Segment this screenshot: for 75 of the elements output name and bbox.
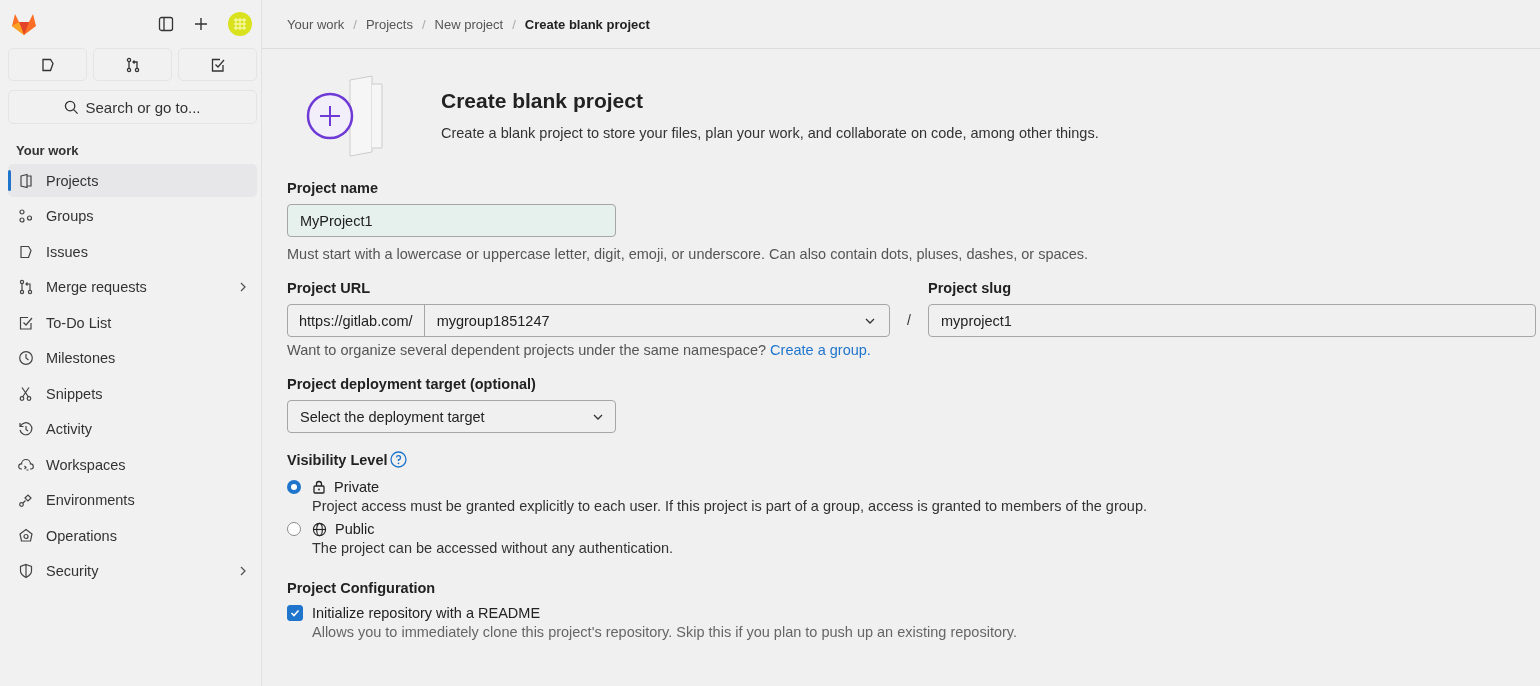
option-description: Project access must be granted explicitly to each user. If this project is part of a group, access is granted to members of the group. bbox=[312, 498, 1148, 514]
breadcrumb-link[interactable]: Projects bbox=[365, 16, 413, 32]
project-slug-field[interactable]: myproject1 bbox=[928, 304, 1536, 337]
page-description: Create a blank project to store your files, plan your work, and collaborate on code, among other things. bbox=[441, 124, 1099, 141]
help-text: Must start with a lowercase or uppercase letter, digit, emoji, or underscore. Can also contain dots, pluses, dashes, or spaces. bbox=[287, 246, 1090, 262]
issues-button[interactable] bbox=[8, 48, 87, 81]
issue-icon bbox=[39, 56, 56, 73]
lock-icon bbox=[312, 480, 326, 494]
search-icon bbox=[64, 99, 80, 115]
security-icon bbox=[18, 563, 34, 579]
activity-icon bbox=[18, 421, 34, 437]
deployment-target-dropdown[interactable]: Select the deployment target bbox=[287, 400, 616, 433]
plus-icon[interactable] bbox=[193, 16, 209, 32]
issue-icon bbox=[18, 243, 34, 260]
field-label: Project URL bbox=[287, 280, 371, 296]
milestone-icon bbox=[18, 350, 34, 366]
sidebar-item[interactable]: Groups bbox=[8, 199, 257, 233]
sidebar-item[interactable]: Issues bbox=[8, 235, 257, 268]
group-icon bbox=[18, 208, 34, 224]
url-prefix: https://gitlab.com/ bbox=[288, 305, 425, 336]
merge-request-icon bbox=[124, 56, 141, 73]
help-text: Want to organize several dependent projects under the same namespace? bbox=[287, 342, 767, 358]
field-label: Project slug bbox=[928, 280, 1012, 296]
fox-logo-icon[interactable] bbox=[11, 12, 37, 36]
option-description: The project can be accessed without any authentication. bbox=[312, 540, 675, 556]
radio-button[interactable] bbox=[287, 480, 301, 494]
namespace-dropdown[interactable]: mygroup1851247 bbox=[424, 305, 889, 336]
globe-icon bbox=[312, 521, 327, 537]
field-label: Project Configuration bbox=[287, 580, 437, 596]
field-label: Project name bbox=[287, 180, 380, 196]
breadcrumb-separator: / bbox=[353, 16, 357, 32]
checkmark-icon bbox=[289, 607, 301, 619]
field-label: Visibility Level bbox=[287, 451, 388, 468]
field-label: Project deployment target (optional) bbox=[287, 376, 537, 392]
sidebar-item[interactable]: Operations bbox=[8, 519, 257, 552]
create-group-link[interactable]: Create a group. bbox=[770, 342, 871, 358]
project-name-field[interactable]: MyProject1 bbox=[287, 204, 616, 237]
breadcrumb-separator: / bbox=[512, 16, 516, 32]
breadcrumb-link[interactable]: Your work bbox=[287, 16, 345, 32]
chevron-down-icon bbox=[593, 413, 603, 420]
workspace-icon bbox=[18, 456, 34, 473]
page-title: Create blank project bbox=[441, 88, 644, 113]
option-description: Allows you to immediately clone this project's repository. Skip this if you plan to push up an existing repository. bbox=[312, 624, 1018, 640]
search-button[interactable]: Search or go to... bbox=[8, 90, 257, 124]
sidebar-item[interactable]: Workspaces bbox=[8, 448, 257, 481]
help-icon[interactable] bbox=[390, 451, 408, 468]
todo-icon bbox=[18, 314, 34, 331]
project-icon bbox=[18, 172, 34, 189]
sidebar-item[interactable]: Environments bbox=[8, 483, 257, 517]
chevron-down-icon bbox=[865, 317, 875, 324]
merge-icon bbox=[18, 279, 34, 295]
breadcrumb-separator: / bbox=[421, 16, 426, 32]
env-icon bbox=[18, 492, 34, 508]
path-separator: / bbox=[906, 311, 912, 330]
breadcrumb-link[interactable]: Create blank project bbox=[524, 16, 650, 32]
option-label: Private bbox=[334, 479, 380, 495]
checkbox[interactable] bbox=[287, 605, 303, 621]
snippet-icon bbox=[18, 385, 34, 402]
sidebar-item[interactable]: Milestones bbox=[8, 341, 257, 375]
option-label: Initialize repository with a README bbox=[312, 605, 541, 621]
sidebar-item[interactable]: Security bbox=[8, 554, 257, 588]
sidebar-item[interactable]: Projects bbox=[8, 164, 257, 197]
todo-button[interactable] bbox=[178, 48, 257, 81]
sidebar-item[interactable]: Activity bbox=[8, 412, 257, 446]
ops-icon bbox=[18, 527, 34, 544]
section-title: Your work bbox=[16, 143, 80, 158]
sidebar-item[interactable]: To-Do List bbox=[8, 306, 257, 339]
checkbox-icon bbox=[209, 56, 226, 73]
merge-requests-button[interactable] bbox=[93, 48, 172, 81]
option-label: Public bbox=[335, 521, 375, 537]
radio-button[interactable] bbox=[287, 522, 301, 536]
sidebar-toggle-icon[interactable] bbox=[158, 16, 174, 32]
sidebar-item[interactable]: Merge requests bbox=[8, 270, 257, 304]
breadcrumb-link[interactable]: New project bbox=[434, 16, 504, 32]
sidebar-item[interactable]: Snippets bbox=[8, 377, 257, 410]
